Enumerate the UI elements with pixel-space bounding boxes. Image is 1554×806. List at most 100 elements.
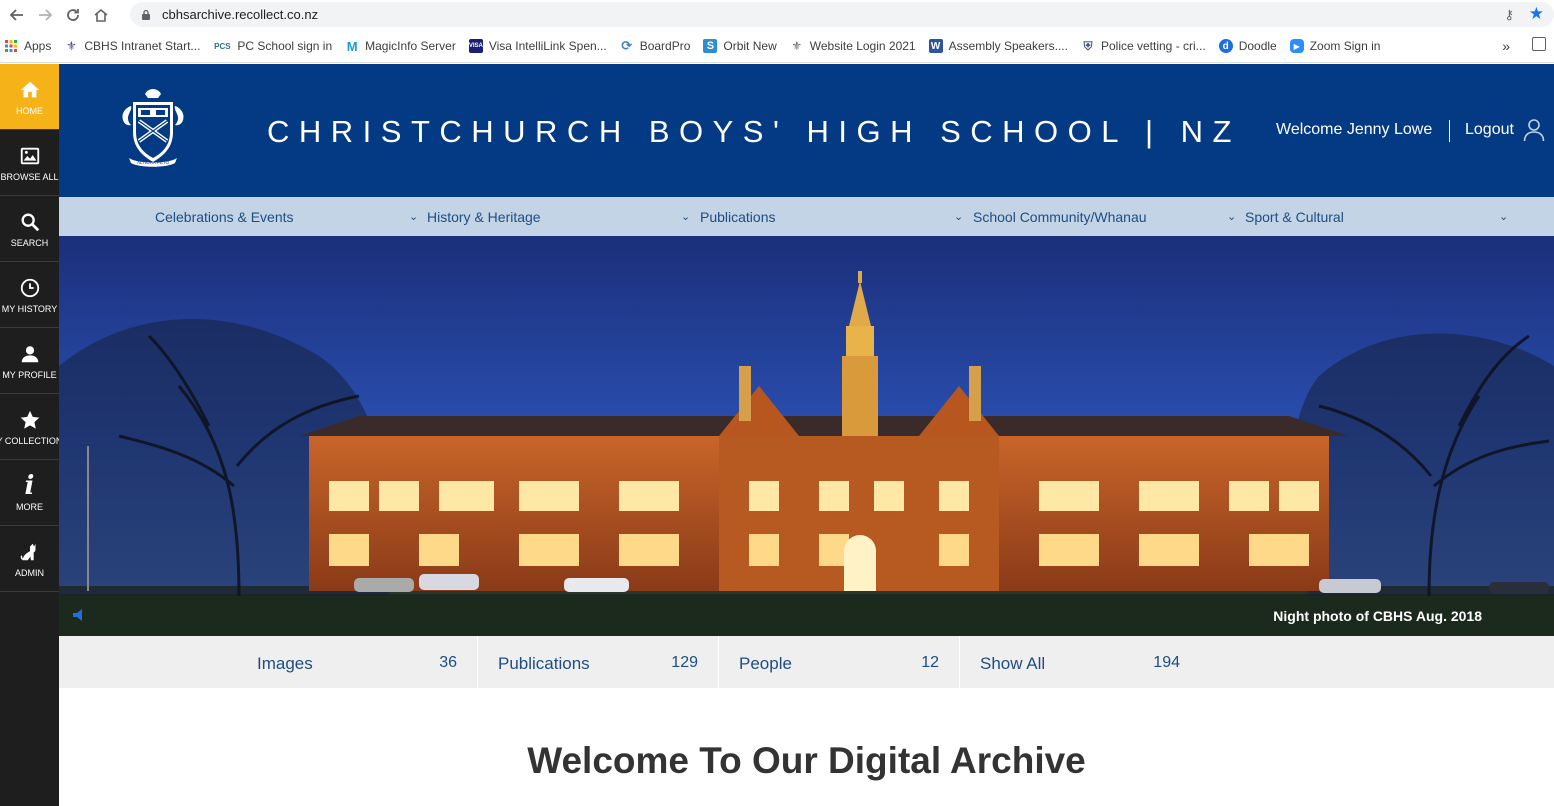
bookmark-assembly[interactable]: W Assembly Speakers.... xyxy=(928,39,1068,53)
bookmark-label: Apps xyxy=(24,39,52,53)
bookmark-police-vetting[interactable]: ⛨ Police vetting - cri... xyxy=(1081,38,1205,54)
chevron-down-icon[interactable]: ⌄ xyxy=(954,210,963,223)
doodle-icon: d xyxy=(1218,39,1233,53)
lock-icon xyxy=(142,9,150,20)
stat-show-all[interactable]: Show All 194 xyxy=(960,636,1201,688)
category-publications[interactable]: Publications xyxy=(700,209,776,225)
bookmark-website-login[interactable]: ⚜ Website Login 2021 xyxy=(790,39,916,53)
category-school-community[interactable]: School Community/Whanau xyxy=(973,209,1147,225)
sidebar-item-more[interactable]: i MORE xyxy=(0,460,59,526)
stat-people[interactable]: People 12 xyxy=(719,636,960,688)
sidebar-item-label: HOME xyxy=(16,105,43,116)
star-icon xyxy=(18,408,42,432)
search-icon xyxy=(18,210,42,234)
reading-list-icon[interactable] xyxy=(1532,37,1546,51)
bookmark-orbit[interactable]: S Orbit New xyxy=(703,39,777,53)
bookmark-label: BoardPro xyxy=(639,39,691,53)
sidebar-item-label: MY PROFILE xyxy=(2,369,57,380)
bookmarks-overflow-icon[interactable]: » xyxy=(1502,38,1510,54)
header-divider xyxy=(1449,120,1450,142)
sidebar-item-label: MORE xyxy=(16,501,43,512)
sidebar-item-label: BROWSE ALL xyxy=(0,171,59,182)
app-sidebar: HOME BROWSE ALL SEARCH MY HISTORY MY PRO… xyxy=(0,64,59,806)
image-gallery-icon xyxy=(18,144,42,168)
chevron-down-icon[interactable]: ⌄ xyxy=(1499,210,1508,223)
page-title: Welcome To Our Digital Archive xyxy=(527,740,1086,781)
zoom-icon: ▶ xyxy=(1289,39,1304,53)
bookmark-label: Zoom Sign in xyxy=(1309,39,1381,53)
word-icon: W xyxy=(928,39,943,53)
info-icon: i xyxy=(24,470,35,501)
bookmark-label: MagicInfo Server xyxy=(365,39,456,53)
crest-motto: ALTIORA PETO xyxy=(137,160,170,165)
bookmark-apps[interactable]: Apps xyxy=(4,39,51,53)
cat-icon xyxy=(18,540,42,564)
address-bar[interactable]: cbhsarchive.recollect.co.nz ⚷ ★ xyxy=(130,2,1554,27)
sidebar-item-home[interactable]: HOME xyxy=(0,64,59,130)
person-icon xyxy=(18,342,42,366)
home-icon xyxy=(18,78,42,102)
speaker-icon[interactable] xyxy=(71,606,89,624)
stat-count: 12 xyxy=(921,654,939,671)
crest-icon: ⚜ xyxy=(791,39,803,53)
school-crest-logo[interactable]: ALTIORA PETO xyxy=(117,88,189,170)
police-icon: ⛨ xyxy=(1083,38,1093,53)
key-icon[interactable]: ⚷ xyxy=(1504,7,1514,23)
bookmark-label: CBHS Intranet Start... xyxy=(84,39,201,53)
stat-label: People xyxy=(739,654,792,673)
category-history-heritage[interactable]: History & Heritage xyxy=(427,209,541,225)
sidebar-item-search[interactable]: SEARCH xyxy=(0,196,59,262)
bookmark-label: Visa IntelliLink Spen... xyxy=(488,39,607,53)
bookmark-doodle[interactable]: d Doodle xyxy=(1218,39,1277,53)
url-text: cbhsarchive.recollect.co.nz xyxy=(162,7,319,22)
bookmark-boardpro[interactable]: ⟳ BoardPro xyxy=(620,38,691,53)
sidebar-item-label: Y COLLECTION xyxy=(0,435,59,446)
sidebar-item-my-collection[interactable]: Y COLLECTION xyxy=(0,394,59,460)
welcome-user-text: Welcome Jenny Lowe xyxy=(1276,121,1433,138)
category-sport-cultural[interactable]: Sport & Cultural xyxy=(1245,209,1344,225)
home-browser-icon[interactable] xyxy=(90,4,112,26)
stat-count: 129 xyxy=(671,654,698,671)
stat-count: 194 xyxy=(1153,654,1180,671)
stat-count: 36 xyxy=(439,654,457,671)
browser-toolbar: cbhsarchive.recollect.co.nz ⚷ ★ xyxy=(0,0,1554,30)
boardpro-icon: ⟳ xyxy=(621,38,633,53)
bookmark-zoom[interactable]: ▶ Zoom Sign in xyxy=(1289,39,1381,53)
crest-icon: ⚜ xyxy=(65,39,77,53)
hero-banner[interactable]: Night photo of CBHS Aug. 2018 xyxy=(59,236,1554,636)
hero-caption: Night photo of CBHS Aug. 2018 xyxy=(1273,608,1482,624)
chevron-down-icon[interactable]: ⌄ xyxy=(1227,210,1236,223)
sidebar-item-my-history[interactable]: MY HISTORY xyxy=(0,262,59,328)
apps-grid-icon xyxy=(4,39,18,53)
bookmark-star-icon[interactable]: ★ xyxy=(1529,4,1544,24)
reload-icon[interactable] xyxy=(62,4,84,26)
user-outline-icon[interactable] xyxy=(1523,118,1545,142)
stat-label: Publications xyxy=(498,654,590,673)
bookmark-visa[interactable]: VISA Visa IntelliLink Spen... xyxy=(468,39,607,53)
bookmark-label: Assembly Speakers.... xyxy=(948,39,1068,53)
chevron-down-icon[interactable]: ⌄ xyxy=(681,210,690,223)
category-nav: Celebrations & Events ⌄ History & Herita… xyxy=(59,197,1554,236)
stat-images[interactable]: Images 36 xyxy=(59,636,478,688)
sidebar-item-admin[interactable]: ADMIN xyxy=(0,526,59,592)
logout-link[interactable]: Logout xyxy=(1465,121,1514,139)
sidebar-item-my-profile[interactable]: MY PROFILE xyxy=(0,328,59,394)
sidebar-item-label: MY HISTORY xyxy=(1,303,58,314)
chevron-down-icon[interactable]: ⌄ xyxy=(409,210,418,223)
sidebar-item-label: ADMIN xyxy=(15,567,44,578)
hero-night-school-photo xyxy=(59,236,1554,636)
bookmark-pc-school[interactable]: PCS PC School sign in xyxy=(213,39,332,53)
collection-stats: Images 36 Publications 129 People 12 Sho… xyxy=(59,636,1554,688)
bookmark-cbhs-intranet[interactable]: ⚜ CBHS Intranet Start... xyxy=(64,39,200,53)
visa-icon: VISA xyxy=(468,39,483,53)
site-title[interactable]: CHRISTCHURCH BOYS' HIGH SCHOOL | NZ xyxy=(267,114,1241,150)
pcs-icon: PCS xyxy=(214,41,231,51)
back-arrow-icon[interactable] xyxy=(6,4,28,26)
sidebar-item-browse-all[interactable]: BROWSE ALL xyxy=(0,130,59,196)
stat-publications[interactable]: Publications 129 xyxy=(478,636,719,688)
forward-arrow-icon[interactable] xyxy=(34,4,56,26)
category-celebrations-events[interactable]: Celebrations & Events xyxy=(155,209,294,225)
site-header: ALTIORA PETO CHRISTCHURCH BOYS' HIGH SCH… xyxy=(59,64,1554,197)
bookmark-magicinfo[interactable]: M MagicInfo Server xyxy=(345,39,456,54)
bookmark-label: Website Login 2021 xyxy=(809,39,916,53)
